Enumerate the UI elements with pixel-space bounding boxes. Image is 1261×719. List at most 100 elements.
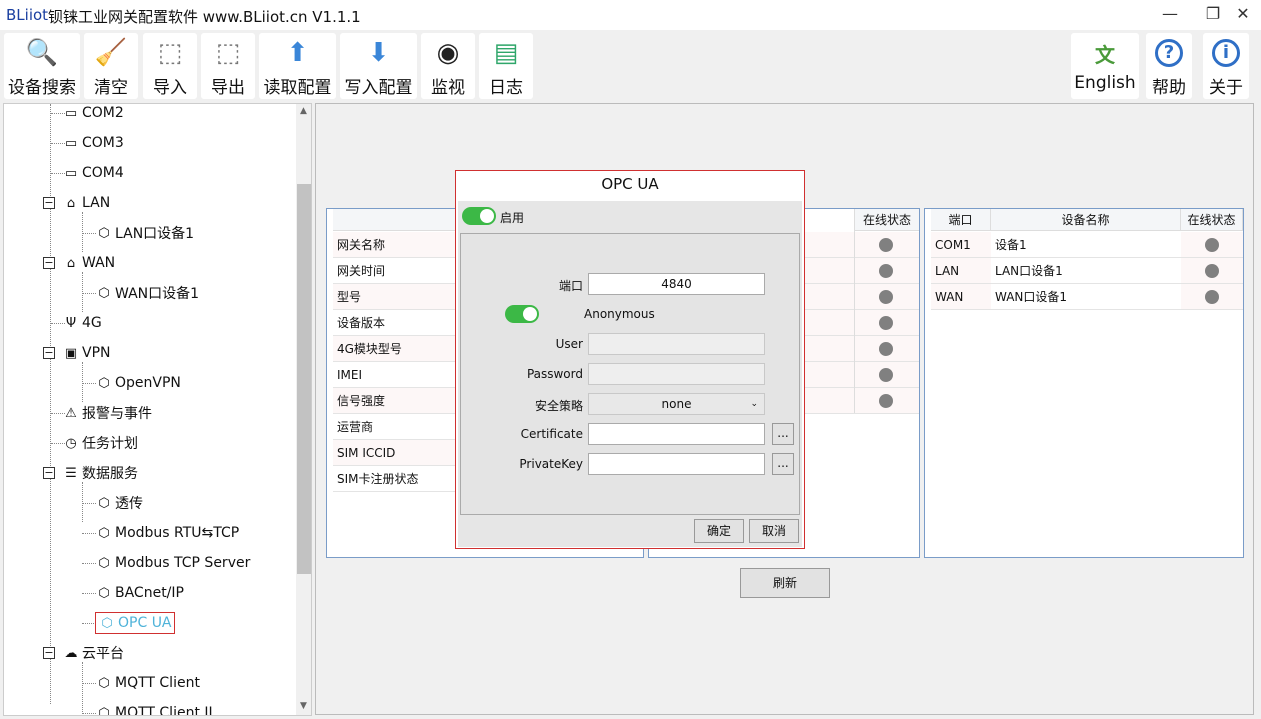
maximize-button[interactable]: ❐: [1198, 4, 1228, 26]
collapse-icon[interactable]: −: [43, 467, 55, 479]
tree-line: [82, 233, 96, 234]
antenna-icon: Ψ: [65, 315, 77, 331]
toolbar-button-upload[interactable]: ⬆ 读取配置: [259, 33, 336, 99]
toolbar: 🔍 设备搜索 🧹 清空 ⬚ 导入 ⬚ 导出 ⬆ 读取配置 ⬇ 写入配置 ◉ 监视 ▤ 日志 文 English? 帮…: [0, 30, 1261, 102]
scroll-up-icon[interactable]: ▲: [300, 106, 307, 116]
tree-item-label: VPN: [82, 345, 111, 361]
dialog-title: OPC UA: [601, 175, 659, 193]
tree-item-3[interactable]: ⌂ LAN: [62, 192, 110, 214]
tree-item-6[interactable]: ⬡ WAN口设备1: [95, 282, 199, 304]
database-icon: ☰: [65, 465, 77, 481]
tree-item-16[interactable]: ⬡ BACnet/IP: [95, 582, 184, 604]
tree-item-5[interactable]: ⌂ WAN: [62, 252, 115, 274]
policy-label: 安全策略: [534, 399, 583, 413]
privatekey-input[interactable]: [588, 453, 765, 475]
cancel-button[interactable]: 取消: [749, 519, 799, 543]
tree-line: [82, 503, 96, 504]
tree-item-13[interactable]: ⬡ 透传: [95, 492, 143, 514]
status-dot: [1205, 290, 1219, 304]
certificate-browse-button[interactable]: ...: [772, 423, 794, 445]
search-icon: 🔍: [25, 38, 59, 68]
privatekey-browse-button[interactable]: ...: [772, 453, 794, 475]
toolbar-label: 关于: [1209, 78, 1243, 98]
tree-item-12[interactable]: ☰ 数据服务: [62, 462, 138, 484]
tree-item-11[interactable]: ◷ 任务计划: [62, 432, 138, 454]
tree-item-2[interactable]: ▭ COM4: [62, 162, 124, 184]
tree-item-1[interactable]: ▭ COM3: [62, 132, 124, 154]
tree-item-4[interactable]: ⬡ LAN口设备1: [95, 222, 194, 244]
toolbar-button-download[interactable]: ⬇ 写入配置: [340, 33, 417, 99]
password-label: Password: [526, 367, 583, 381]
ok-button[interactable]: 确定: [694, 519, 744, 543]
toolbar-label: 清空: [94, 78, 128, 98]
cube-icon: ⬡: [98, 375, 110, 391]
close-button[interactable]: ✕: [1228, 4, 1258, 26]
port-device-table: 端口 设备名称 在线状态 COM1 设备1 LAN LAN口设备1 WAN WAN口设备1: [924, 208, 1244, 558]
toolbar-button-language[interactable]: 文 English: [1071, 33, 1139, 99]
tree-item-15[interactable]: ⬡ Modbus TCP Server: [95, 552, 250, 574]
tree-item-19[interactable]: ⬡ MQTT Client: [95, 672, 200, 694]
anonymous-toggle[interactable]: [505, 305, 539, 323]
collapse-icon[interactable]: −: [43, 197, 55, 209]
toolbar-label: 帮助: [1152, 78, 1186, 98]
toolbar-button-info[interactable]: i 关于: [1203, 33, 1249, 99]
policy-value: none: [661, 397, 692, 411]
tree-item-17[interactable]: ⬡ OPC UA: [95, 612, 175, 634]
tree-item-label: 云平台: [82, 646, 124, 662]
settings-group: 端口 4840 Anonymous User Password 安全策略 non…: [460, 233, 800, 515]
broom-icon: 🧹: [94, 38, 128, 68]
minimize-button[interactable]: —: [1155, 4, 1185, 26]
enable-label: 启用: [500, 211, 525, 225]
toolbar-label: 监视: [431, 78, 465, 98]
cube-icon: ⬡: [101, 615, 113, 631]
tree-item-label: Modbus TCP Server: [115, 555, 251, 571]
tree-item-18[interactable]: ☁ 云平台: [62, 642, 125, 664]
toolbar-button-broom[interactable]: 🧹 清空: [84, 33, 138, 99]
tree-item-label: OPC UA: [118, 615, 172, 631]
tree-line: [82, 272, 83, 312]
tree-item-7[interactable]: Ψ 4G: [62, 312, 102, 334]
refresh-button[interactable]: 刷新: [740, 568, 830, 598]
scrollbar-thumb[interactable]: [297, 184, 311, 574]
tree-item-14[interactable]: ⬡ Modbus RTU⇆TCP: [95, 522, 239, 544]
tree-item-label: LAN口设备1: [115, 226, 195, 242]
table-cell-port: LAN: [931, 258, 991, 284]
tree-item-10[interactable]: ⚠ 报警与事件: [62, 402, 152, 424]
scroll-down-icon[interactable]: ▼: [300, 701, 307, 711]
cube-icon: ⬡: [98, 555, 110, 571]
tree-line: [82, 713, 96, 714]
table-cell-port: WAN: [931, 284, 991, 310]
certificate-input[interactable]: [588, 423, 765, 445]
cube-icon: ⬡: [98, 225, 110, 241]
tree-item-8[interactable]: ▣ VPN: [62, 342, 111, 364]
toolbar-button-log[interactable]: ▤ 日志: [479, 33, 533, 99]
tree-line: [82, 533, 96, 534]
policy-select[interactable]: none ⌄: [588, 393, 765, 415]
tree-item-20[interactable]: ⬡ MQTT Client II: [95, 702, 212, 715]
collapse-icon[interactable]: −: [43, 347, 55, 359]
enable-toggle[interactable]: [462, 207, 496, 225]
tree-item-0[interactable]: ▭ COM2: [62, 104, 124, 124]
tree-item-label: 4G: [82, 315, 102, 331]
cloud-icon: ☁: [64, 645, 78, 661]
tree-line: [82, 683, 96, 684]
brand: BLiiot: [6, 6, 49, 24]
export-icon: ⬚: [215, 38, 241, 68]
collapse-icon[interactable]: −: [43, 257, 55, 269]
password-input[interactable]: [588, 363, 765, 385]
serial-port-icon: ▭: [64, 105, 78, 121]
toolbar-button-help[interactable]: ? 帮助: [1146, 33, 1192, 99]
port-input[interactable]: 4840: [588, 273, 765, 295]
toolbar-button-eye[interactable]: ◉ 监视: [421, 33, 475, 99]
collapse-icon[interactable]: −: [43, 647, 55, 659]
toolbar-button-export[interactable]: ⬚ 导出: [201, 33, 255, 99]
schedule-icon: ◷: [65, 435, 77, 451]
tree-item-label: 报警与事件: [82, 406, 152, 422]
network-icon: ⌂: [66, 255, 76, 271]
cube-icon: ⬡: [98, 585, 110, 601]
tree-item-9[interactable]: ⬡ OpenVPN: [95, 372, 181, 394]
user-input[interactable]: [588, 333, 765, 355]
status-dot: [879, 316, 893, 330]
toolbar-button-search[interactable]: 🔍 设备搜索: [4, 33, 80, 99]
toolbar-button-import[interactable]: ⬚ 导入: [143, 33, 197, 99]
